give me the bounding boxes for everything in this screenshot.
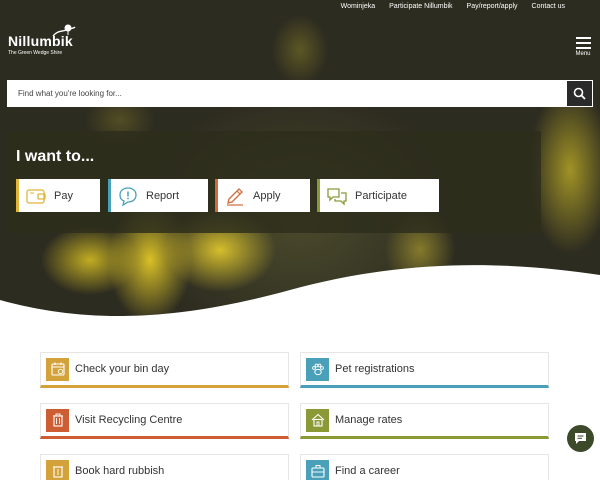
quick-link-hard-rubbish[interactable]: Book hard rubbish xyxy=(40,454,289,480)
quick-link-label: Book hard rubbish xyxy=(75,465,165,477)
menu-button[interactable]: Menu xyxy=(574,37,592,57)
pay-label: Pay xyxy=(54,189,73,202)
apply-button[interactable]: Apply xyxy=(215,179,310,212)
bin-icon xyxy=(46,408,69,432)
quick-link-recycling-centre[interactable]: Visit Recycling Centre xyxy=(40,403,289,439)
utility-nav: Wominjeka Participate Nillumbik Pay/repo… xyxy=(341,3,565,10)
wallet-icon xyxy=(26,188,46,204)
participate-label: Participate xyxy=(355,189,407,202)
chat-icon xyxy=(575,433,586,444)
hamburger-icon xyxy=(574,37,592,49)
apply-label: Apply xyxy=(253,189,281,202)
briefcase-icon xyxy=(306,459,329,480)
calendar-icon xyxy=(46,357,69,381)
quick-link-label: Visit Recycling Centre xyxy=(75,414,183,426)
alert-bubble-icon xyxy=(119,186,137,206)
quick-link-label: Manage rates xyxy=(335,414,403,426)
report-button[interactable]: Report xyxy=(108,179,208,212)
quick-link-label: Pet registrations xyxy=(335,363,415,375)
quick-link-label: Find a career xyxy=(335,465,400,477)
utility-link-pay-report-apply[interactable]: Pay/report/apply xyxy=(467,3,518,10)
participate-button[interactable]: Participate xyxy=(317,179,439,212)
utility-link-participate[interactable]: Participate Nillumbik xyxy=(389,3,452,10)
pencil-icon xyxy=(227,187,243,206)
house-icon xyxy=(306,408,329,432)
trash-icon xyxy=(46,459,69,480)
quick-link-label: Check your bin day xyxy=(75,363,170,375)
tree-logo-icon xyxy=(52,24,76,37)
quick-link-pet-registrations[interactable]: Pet registrations xyxy=(300,352,549,388)
pay-button[interactable]: Pay xyxy=(16,179,100,212)
quick-link-find-career[interactable]: Find a career xyxy=(300,454,549,480)
quick-link-bin-day[interactable]: Check your bin day xyxy=(40,352,289,388)
paw-icon xyxy=(306,357,329,381)
menu-label: Menu xyxy=(575,51,591,57)
utility-link-wominjeka[interactable]: Wominjeka xyxy=(341,3,376,10)
logo-tagline: The Green Wedge Shire xyxy=(8,50,63,56)
hero-wave-divider xyxy=(0,265,600,330)
i-want-to-panel: I want to... Pay Report Apply Participat… xyxy=(7,131,541,233)
i-want-to-title: I want to... xyxy=(16,148,95,165)
site-logo[interactable]: Nillumbik The Green Wedge Shire xyxy=(8,24,76,56)
search-input[interactable] xyxy=(7,80,566,107)
search-button[interactable] xyxy=(566,80,593,107)
utility-link-contact[interactable]: Contact us xyxy=(532,3,565,10)
search-bar xyxy=(7,80,593,107)
quick-link-manage-rates[interactable]: Manage rates xyxy=(300,403,549,439)
chat-bubbles-icon xyxy=(327,187,347,206)
search-icon xyxy=(573,87,586,100)
report-label: Report xyxy=(146,189,180,202)
chat-button[interactable] xyxy=(567,425,594,452)
